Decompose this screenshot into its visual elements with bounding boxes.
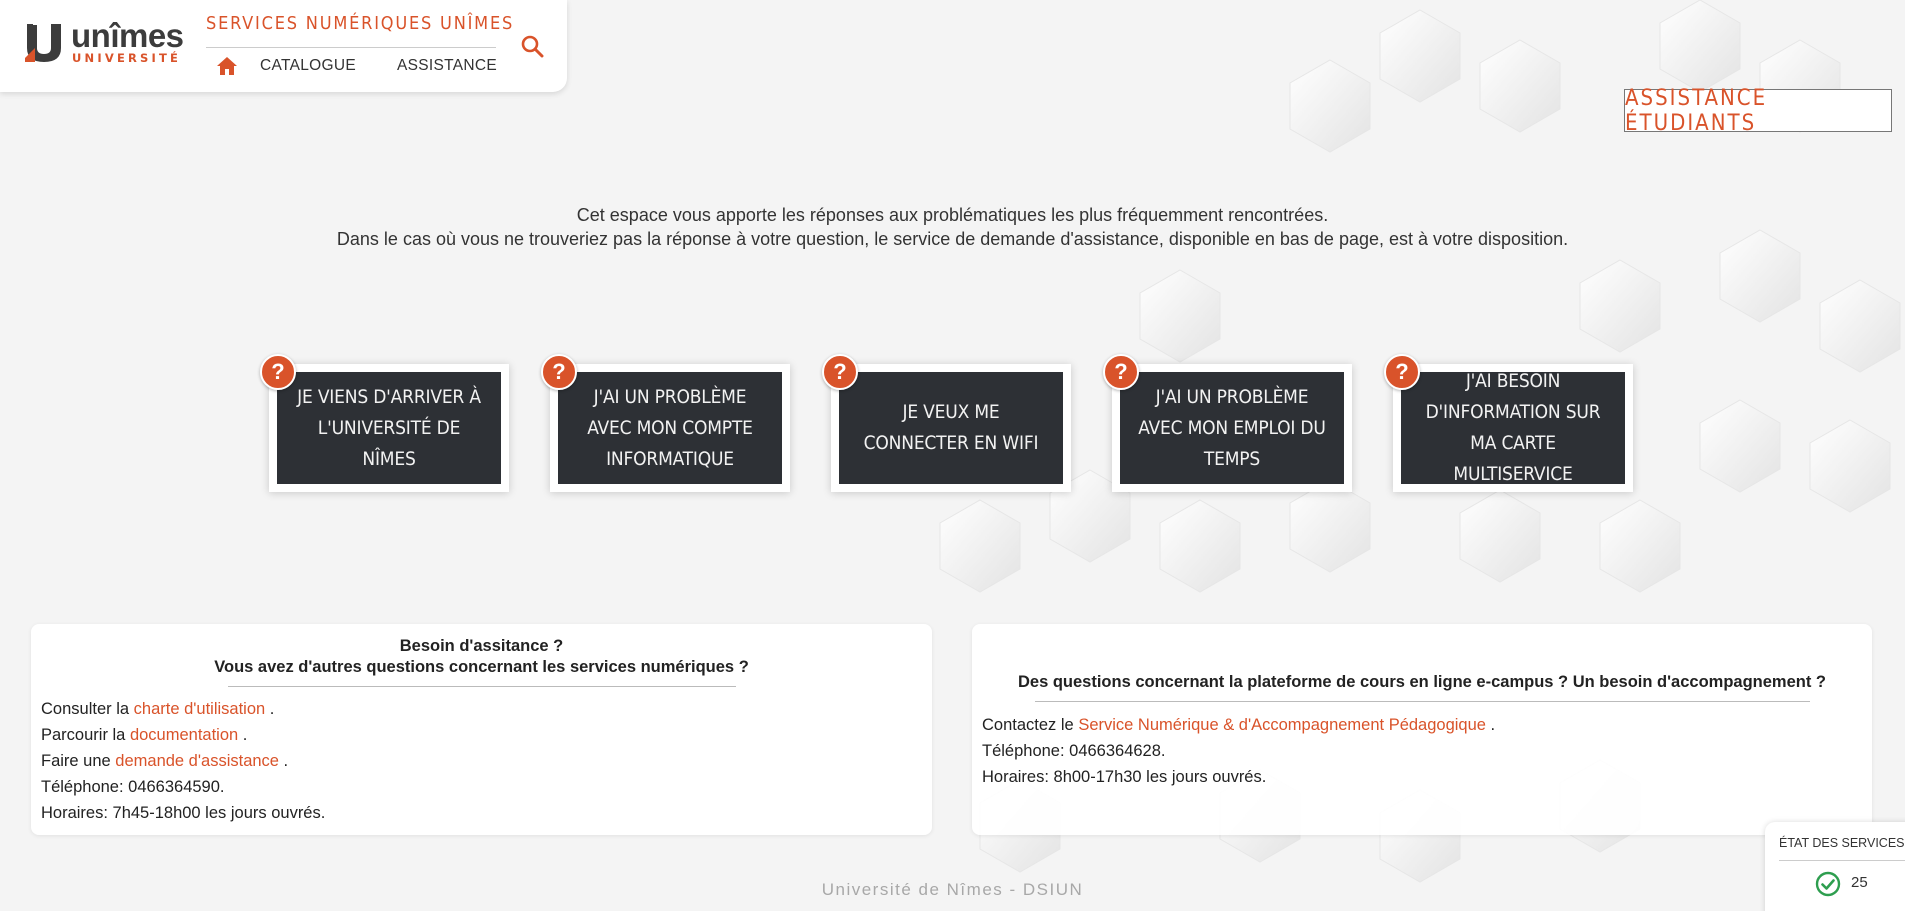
unimes-logo[interactable]: unîmes UNIVERSITÉ xyxy=(25,17,185,68)
faq-card-wifi[interactable]: JE VEUX ME CONNECTER EN WIFI ? xyxy=(822,354,1071,492)
request-line: Faire une demande d'assistance . xyxy=(41,748,288,774)
service-status-widget[interactable]: ÉTAT DES SERVICES 25 xyxy=(1765,822,1905,911)
ecampus-contact-prefix: Contactez le xyxy=(982,716,1079,734)
search-icon[interactable] xyxy=(520,34,544,58)
main-nav: CATALOGUE ASSISTANCE xyxy=(206,56,538,76)
ecampus-phone: Téléphone: 0466364628. xyxy=(982,742,1166,760)
unimes-logo-mark-icon xyxy=(25,23,61,62)
ecampus-contact-line: Contactez le Service Numérique & d'Accom… xyxy=(982,712,1495,738)
question-icon: ? xyxy=(822,354,858,390)
assistance-phone: Téléphone: 0466364590. xyxy=(41,778,225,796)
faq-card-timetable[interactable]: J'AI UN PROBLÈME AVEC MON EMPLOI DU TEMP… xyxy=(1103,354,1352,492)
ecampus-contact-suffix: . xyxy=(1485,716,1496,734)
documentation-prefix: Parcourir la xyxy=(41,726,130,744)
faq-card-label: J'AI UN PROBLÈME AVEC MON EMPLOI DU TEMP… xyxy=(1120,372,1344,484)
panel-divider xyxy=(1034,701,1810,702)
home-icon[interactable] xyxy=(216,56,238,76)
intro-line-1: Cet espace vous apporte les réponses aux… xyxy=(576,205,1329,225)
documentation-link[interactable]: documentation xyxy=(130,726,238,744)
faq-card-account[interactable]: J'AI UN PROBLÈME AVEC MON COMPTE INFORMA… xyxy=(541,354,790,492)
faq-card-label: JE VIENS D'ARRIVER À L'UNIVERSITÉ DE NÎM… xyxy=(277,372,501,484)
documentation-suffix: . xyxy=(238,726,248,744)
question-icon: ? xyxy=(260,354,296,390)
footer-text: Université de Nîmes - DSIUN xyxy=(821,880,1084,899)
panel-divider xyxy=(227,686,736,687)
assistance-title-line-1: Besoin d'assitance ? xyxy=(399,637,564,655)
request-suffix: . xyxy=(278,752,289,770)
check-circle-icon xyxy=(1815,871,1841,897)
logo-subtitle: UNIVERSITÉ xyxy=(72,51,182,65)
question-icon: ? xyxy=(1103,354,1139,390)
assistance-title-line-2: Vous avez d'autres questions concernant … xyxy=(214,658,749,676)
faq-card-multiservice[interactable]: J'AI BESOIN D'INFORMATION SUR MA CARTE M… xyxy=(1384,354,1633,492)
logo-wordmark: unîmes xyxy=(71,17,184,54)
nav-assistance[interactable]: ASSISTANCE xyxy=(397,57,497,75)
faq-card-arrival[interactable]: JE VIENS D'ARRIVER À L'UNIVERSITÉ DE NÎM… xyxy=(260,354,509,492)
snap-service-link[interactable]: Service Numérique & d'Accompagnement Péd… xyxy=(1078,716,1486,734)
assistance-hours: Horaires: 7h45-18h00 les jours ouvrés. xyxy=(41,804,326,822)
assistance-panel: Besoin d'assitance ? Vous avez d'autres … xyxy=(31,624,932,835)
site-header: unîmes UNIVERSITÉ SERVICES NUMÉRIQUES UN… xyxy=(0,0,567,92)
intro-line-2: Dans le cas où vous ne trouveriez pas la… xyxy=(336,229,1569,249)
charter-suffix: . xyxy=(265,700,275,718)
intro-text: Cet espace vous apporte les réponses aux… xyxy=(0,203,1905,251)
ecampus-hours: Horaires: 8h00-17h30 les jours ouvrés. xyxy=(982,768,1267,786)
assistance-request-link[interactable]: demande d'assistance xyxy=(115,752,279,770)
title-divider xyxy=(206,47,496,48)
question-icon: ? xyxy=(1384,354,1420,390)
charter-line: Consulter la charte d'utilisation . xyxy=(41,696,274,722)
site-title[interactable]: SERVICES NUMÉRIQUES UNÎMES xyxy=(206,13,514,34)
faq-card-label: JE VEUX ME CONNECTER EN WIFI xyxy=(839,372,1063,484)
charter-link[interactable]: charte d'utilisation xyxy=(134,700,266,718)
request-prefix: Faire une xyxy=(41,752,116,770)
ecampus-panel-title: Des questions concernant la plateforme d… xyxy=(1017,673,1827,691)
service-status-label: ÉTAT DES SERVICES xyxy=(1779,836,1905,850)
service-status-count: 25 xyxy=(1851,874,1868,891)
status-divider xyxy=(1779,860,1905,861)
page-section-badge: ASSISTANCE ÉTUDIANTS xyxy=(1624,86,1892,136)
assistance-panel-title: Besoin d'assitance ? Vous avez d'autres … xyxy=(31,624,932,678)
question-icon: ? xyxy=(541,354,577,390)
faq-card-label: J'AI UN PROBLÈME AVEC MON COMPTE INFORMA… xyxy=(558,372,782,484)
faq-card-label: J'AI BESOIN D'INFORMATION SUR MA CARTE M… xyxy=(1401,370,1625,485)
documentation-line: Parcourir la documentation . xyxy=(41,722,247,748)
nav-catalogue[interactable]: CATALOGUE xyxy=(260,57,356,75)
ecampus-panel: Des questions concernant la plateforme d… xyxy=(972,624,1872,835)
charter-prefix: Consulter la xyxy=(41,700,134,718)
